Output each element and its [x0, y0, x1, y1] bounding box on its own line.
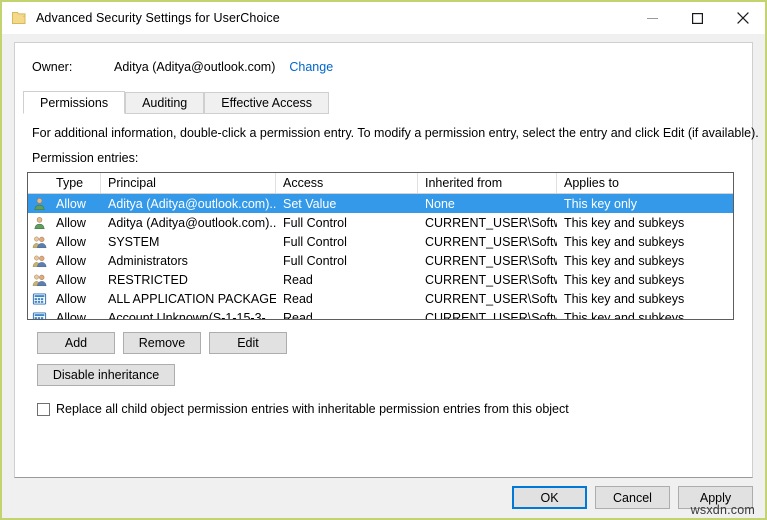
cell-type: Allow: [49, 213, 101, 232]
cell-inherited-from: CURRENT_USER\Softw...: [418, 232, 557, 251]
cell-principal: RESTRICTED: [101, 270, 276, 289]
package-icon: [28, 289, 49, 308]
cell-principal: Aditya (Aditya@outlook.com)..: [101, 213, 276, 232]
apply-button[interactable]: Apply: [678, 486, 753, 509]
cell-access: Full Control: [276, 232, 418, 251]
edit-button[interactable]: Edit: [209, 332, 287, 354]
cell-access: Full Control: [276, 251, 418, 270]
tab-auditing-label: Auditing: [142, 96, 187, 110]
client-area: Owner: Aditya (Aditya@outlook.com) Chang…: [2, 34, 765, 518]
dialog-action-buttons: OK Cancel Apply: [512, 486, 753, 509]
cell-principal: Account Unknown(S-1-15-3-...: [101, 308, 276, 320]
package-icon: [28, 308, 49, 320]
cell-inherited-from: CURRENT_USER\Softw...: [418, 308, 557, 320]
ok-button[interactable]: OK: [512, 486, 587, 509]
cell-principal: Administrators: [101, 251, 276, 270]
minimize-button[interactable]: [630, 2, 675, 34]
user-icon: [28, 213, 49, 232]
table-row[interactable]: AllowRESTRICTEDReadCURRENT_USER\Softw...…: [28, 270, 733, 289]
cell-access: Set Value: [276, 194, 418, 213]
cell-type: Allow: [49, 194, 101, 213]
folder-icon: [11, 10, 27, 26]
table-row[interactable]: AllowAditya (Aditya@outlook.com)..Full C…: [28, 213, 733, 232]
table-row[interactable]: AllowAdministratorsFull ControlCURRENT_U…: [28, 251, 733, 270]
cell-access: Read: [276, 270, 418, 289]
maximize-button[interactable]: [675, 2, 720, 34]
tab-auditing[interactable]: Auditing: [125, 92, 204, 114]
cell-type: Allow: [49, 251, 101, 270]
cell-access: Read: [276, 289, 418, 308]
tab-strip: Permissions Auditing Effective Access: [15, 91, 752, 115]
minimize-icon: [647, 13, 658, 24]
permission-entries-label: Permission entries:: [32, 151, 138, 165]
add-button[interactable]: Add: [37, 332, 115, 354]
remove-button[interactable]: Remove: [123, 332, 201, 354]
table-row[interactable]: AllowAditya (Aditya@outlook.com)...Set V…: [28, 194, 733, 213]
permission-entries-table[interactable]: Type Principal Access Inherited from App…: [27, 172, 734, 320]
replace-permissions-checkbox[interactable]: [37, 403, 50, 416]
column-header-principal[interactable]: Principal: [101, 173, 276, 193]
window-controls: [630, 2, 765, 34]
tab-effective-access-label: Effective Access: [221, 96, 312, 110]
replace-permissions-row: Replace all child object permission entr…: [37, 402, 569, 416]
cell-access: Read: [276, 308, 418, 320]
user-icon: [28, 194, 49, 213]
cell-type: Allow: [49, 308, 101, 320]
cell-principal: ALL APPLICATION PACKAGES: [101, 289, 276, 308]
tab-permissions[interactable]: Permissions: [23, 91, 125, 114]
cell-principal: SYSTEM: [101, 232, 276, 251]
window-title: Advanced Security Settings for UserChoic…: [36, 11, 280, 25]
cell-principal: Aditya (Aditya@outlook.com)...: [101, 194, 276, 213]
owner-value: Aditya (Aditya@outlook.com): [114, 60, 275, 74]
cell-inherited-from: None: [418, 194, 557, 213]
owner-label: Owner:: [32, 60, 114, 74]
replace-permissions-label: Replace all child object permission entr…: [56, 402, 569, 416]
info-text: For additional information, double-click…: [32, 126, 759, 140]
cell-applies-to: This key and subkeys: [557, 289, 733, 308]
cell-access: Full Control: [276, 213, 418, 232]
cell-applies-to: This key and subkeys: [557, 251, 733, 270]
group-icon: [28, 251, 49, 270]
close-icon: [737, 12, 749, 24]
cell-inherited-from: CURRENT_USER\Softw...: [418, 213, 557, 232]
table-row[interactable]: AllowALL APPLICATION PACKAGESReadCURRENT…: [28, 289, 733, 308]
cell-type: Allow: [49, 270, 101, 289]
cell-type: Allow: [49, 232, 101, 251]
table-header-row: Type Principal Access Inherited from App…: [28, 173, 733, 194]
cell-inherited-from: CURRENT_USER\Softw...: [418, 270, 557, 289]
change-owner-link[interactable]: Change: [289, 60, 333, 74]
tab-permissions-label: Permissions: [40, 96, 108, 110]
column-header-applies-to[interactable]: Applies to: [557, 173, 733, 193]
tab-effective-access[interactable]: Effective Access: [204, 92, 329, 114]
advanced-security-settings-window: Advanced Security Settings for UserChoic…: [0, 0, 767, 520]
group-icon: [28, 270, 49, 289]
permissions-tab-panel: For additional information, double-click…: [15, 114, 752, 477]
table-row[interactable]: AllowAccount Unknown(S-1-15-3-...ReadCUR…: [28, 308, 733, 320]
cell-applies-to: This key and subkeys: [557, 308, 733, 320]
cell-applies-to: This key and subkeys: [557, 232, 733, 251]
cell-applies-to: This key and subkeys: [557, 270, 733, 289]
dialog-footer: OK Cancel Apply wsxdn.com: [2, 486, 765, 518]
column-header-inherited-from[interactable]: Inherited from: [418, 173, 557, 193]
table-body: AllowAditya (Aditya@outlook.com)...Set V…: [28, 194, 733, 320]
maximize-icon: [692, 13, 703, 24]
main-panel: Owner: Aditya (Aditya@outlook.com) Chang…: [14, 42, 753, 478]
cell-inherited-from: CURRENT_USER\Softw...: [418, 251, 557, 270]
owner-row: Owner: Aditya (Aditya@outlook.com) Chang…: [15, 43, 752, 91]
column-header-access[interactable]: Access: [276, 173, 418, 193]
header-icon-spacer: [28, 173, 49, 193]
cell-type: Allow: [49, 289, 101, 308]
group-icon: [28, 232, 49, 251]
column-header-type[interactable]: Type: [49, 173, 101, 193]
cell-inherited-from: CURRENT_USER\Softw...: [418, 289, 557, 308]
title-bar: Advanced Security Settings for UserChoic…: [2, 2, 765, 34]
cell-applies-to: This key and subkeys: [557, 213, 733, 232]
cancel-button[interactable]: Cancel: [595, 486, 670, 509]
disable-inheritance-button[interactable]: Disable inheritance: [37, 364, 175, 386]
close-button[interactable]: [720, 2, 765, 34]
cell-applies-to: This key only: [557, 194, 733, 213]
table-row[interactable]: AllowSYSTEMFull ControlCURRENT_USER\Soft…: [28, 232, 733, 251]
